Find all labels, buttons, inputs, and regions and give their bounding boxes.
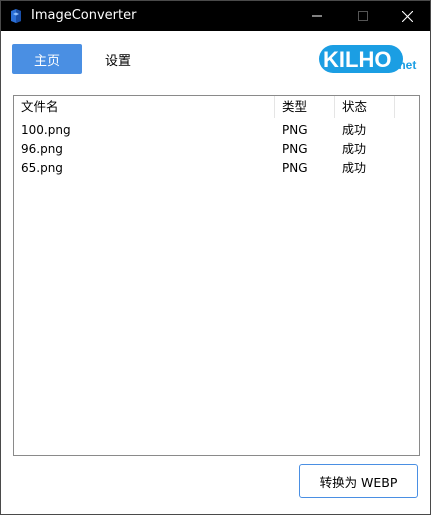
minimize-button[interactable] xyxy=(294,1,340,31)
tab-settings[interactable]: 设置 xyxy=(88,44,148,74)
table-row[interactable]: 96.png PNG 成功 xyxy=(14,140,419,159)
tab-home[interactable]: 主页 xyxy=(12,44,82,74)
file-type-cell: PNG xyxy=(282,123,308,137)
logo-text: KILHO xyxy=(323,47,391,72)
logo-suffix: .net xyxy=(395,58,416,72)
column-header-filename[interactable]: 文件名 xyxy=(14,96,275,118)
app-icon xyxy=(11,9,21,23)
column-header-type[interactable]: 类型 xyxy=(275,96,335,118)
minimize-icon xyxy=(312,15,322,17)
kilho-logo: KILHO .net xyxy=(319,45,416,73)
window-title: ImageConverter xyxy=(31,8,137,23)
maximize-icon xyxy=(358,11,368,21)
file-list[interactable]: 文件名 类型 状态 100.png PNG 成功 96.png PNG 成功 6… xyxy=(13,95,420,456)
file-list-header: 文件名 类型 状态 xyxy=(14,96,419,118)
file-status-cell: 成功 xyxy=(342,161,367,175)
table-row[interactable]: 65.png PNG 成功 xyxy=(14,159,419,178)
maximize-button xyxy=(340,1,386,31)
app-window: ImageConverter 主页 设置 KILHO .net 文件名 类型 状… xyxy=(0,0,431,515)
close-button[interactable] xyxy=(384,1,430,31)
file-name-cell: 100.png xyxy=(21,123,71,137)
file-name-cell: 96.png xyxy=(21,142,63,156)
column-header-status[interactable]: 状态 xyxy=(335,96,395,118)
file-name-cell: 65.png xyxy=(21,161,63,175)
title-bar[interactable]: ImageConverter xyxy=(1,1,430,31)
file-status-cell: 成功 xyxy=(342,142,367,156)
convert-to-webp-button[interactable]: 转换为 WEBP xyxy=(299,464,418,498)
close-icon xyxy=(401,10,413,22)
file-status-cell: 成功 xyxy=(342,123,367,137)
file-type-cell: PNG xyxy=(282,142,308,156)
file-type-cell: PNG xyxy=(282,161,308,175)
table-row[interactable]: 100.png PNG 成功 xyxy=(14,121,419,140)
